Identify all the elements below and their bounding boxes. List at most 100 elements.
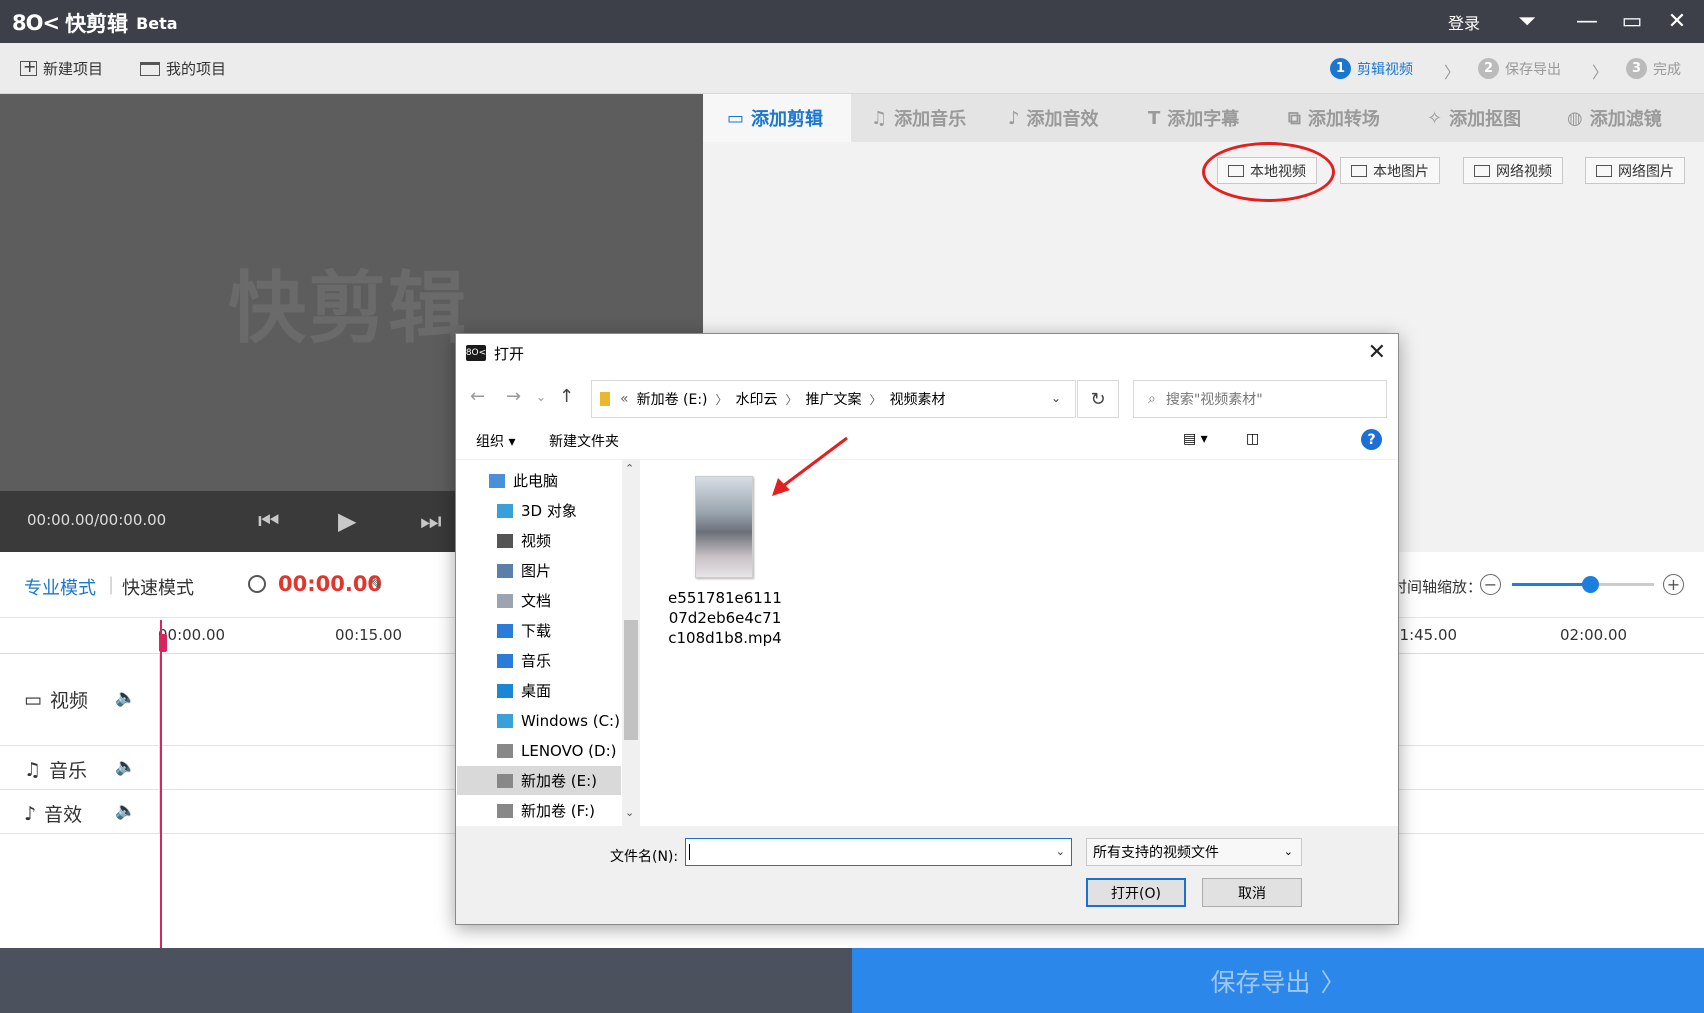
tree-item[interactable]: 3D 对象: [457, 496, 621, 525]
chevron-down-icon[interactable]: ⌄: [1051, 391, 1061, 405]
filter-icon: ◍: [1567, 107, 1583, 129]
tree-item[interactable]: 音乐: [457, 646, 621, 675]
scroll-thumb[interactable]: [624, 620, 638, 740]
tab-add-sound-effect[interactable]: ♪ 添加音效: [1008, 94, 1099, 142]
tab-add-clip[interactable]: ▭ 添加剪辑: [703, 94, 851, 142]
new-project-label: 新建项目: [43, 60, 104, 78]
transition-icon: ⧉: [1288, 107, 1301, 129]
tab-label: 添加字幕: [1167, 109, 1240, 130]
search-input[interactable]: ⌕ 搜索"视频素材": [1133, 380, 1387, 418]
dialog-title-bar: 8O< 打开 ✕: [456, 334, 1398, 372]
command-bar: 组织 ▾ 新建文件夹 ▤ ▾ ◫ ?: [456, 420, 1398, 460]
breadcrumb-item[interactable]: 推广文案: [806, 389, 862, 409]
dropdown-menu-icon[interactable]: ⏷: [1510, 6, 1544, 36]
chevron-right-icon: 〉: [785, 392, 798, 407]
navigation-bar: ← → ⌄ ↑ « 新加卷 (E:) 〉 水印云 〉 推广文案 〉 视频素材 ⌄…: [456, 372, 1398, 420]
play-icon[interactable]: ▶: [338, 507, 356, 535]
breadcrumb-item[interactable]: 新加卷 (E:): [637, 389, 708, 409]
preview-pane-icon[interactable]: ◫: [1246, 431, 1259, 447]
documents-folder-icon: [497, 593, 513, 608]
tree-item[interactable]: 新加卷 (E:): [457, 766, 621, 795]
volume-icon[interactable]: 🔈: [115, 757, 136, 777]
new-project-button[interactable]: 新建项目: [20, 57, 104, 79]
chevron-right-icon: 〉: [1320, 967, 1346, 997]
refresh-icon[interactable]: ↻: [1077, 380, 1119, 418]
local-image-button[interactable]: 本地图片: [1340, 157, 1440, 184]
skip-forward-icon[interactable]: ⏭: [420, 507, 442, 535]
recent-locations-icon[interactable]: ⌄: [536, 390, 546, 404]
tick-label: 00:15.00: [335, 626, 403, 644]
web-image-button[interactable]: 网络图片: [1585, 157, 1685, 184]
breadcrumb-item[interactable]: 水印云: [736, 389, 778, 409]
view-options-icon[interactable]: ▤ ▾: [1183, 431, 1208, 447]
tree-item-label: 桌面: [521, 682, 552, 700]
web-video-button[interactable]: 网络视频: [1463, 157, 1563, 184]
tab-add-filter[interactable]: ◍ 添加滤镜: [1567, 94, 1662, 142]
new-project-icon: [20, 57, 37, 76]
new-folder-button[interactable]: 新建文件夹: [549, 431, 619, 451]
open-button[interactable]: 打开(O): [1086, 878, 1186, 907]
forward-arrow-icon[interactable]: →: [506, 386, 521, 407]
tree-item-label: 此电脑: [513, 472, 559, 490]
tab-add-cutout[interactable]: ✧ 添加抠图: [1427, 94, 1521, 142]
scroll-up-icon[interactable]: ⌃: [625, 462, 634, 475]
tab-add-subtitle[interactable]: T 添加字幕: [1148, 94, 1239, 142]
file-name-line: e551781e6111: [668, 589, 782, 607]
volume-icon[interactable]: 🔈: [115, 801, 136, 821]
file-type-select[interactable]: 所有支持的视频文件 ⌄: [1086, 838, 1302, 866]
tree-scrollbar[interactable]: ⌃ ⌄: [622, 460, 640, 826]
close-icon[interactable]: ✕: [1660, 6, 1694, 36]
tree-item[interactable]: 此电脑: [457, 466, 621, 495]
maximize-icon[interactable]: ▭: [1615, 6, 1649, 36]
my-projects-button[interactable]: 我的项目: [140, 58, 226, 79]
file-name: e551781e6111 07d2eb6e4c71 c108d1b8.mp4: [655, 588, 795, 648]
help-icon[interactable]: ?: [1361, 429, 1382, 450]
scroll-down-icon[interactable]: ⌄: [625, 806, 634, 819]
address-bar[interactable]: « 新加卷 (E:) 〉 水印云 〉 推广文案 〉 视频素材 ⌄: [591, 380, 1076, 418]
dialog-footer: 文件名(N): ⌄ 所有支持的视频文件 ⌄ 打开(O) 取消: [456, 826, 1398, 924]
tick-label: 00:00.00: [158, 626, 226, 644]
tree-item[interactable]: 下载: [457, 616, 621, 645]
track-header: ▭ 视频 🔈: [0, 654, 160, 745]
tree-item-label: Windows (C:): [521, 711, 620, 730]
minimize-icon[interactable]: —: [1570, 6, 1604, 36]
dialog-close-icon[interactable]: ✕: [1368, 340, 1386, 365]
skip-back-icon[interactable]: ⏮: [258, 507, 280, 535]
tree-item[interactable]: Windows (C:): [457, 706, 621, 735]
up-arrow-icon[interactable]: ↑: [559, 386, 574, 407]
drive-icon: [497, 803, 513, 818]
volume-icon[interactable]: 🔈: [115, 688, 136, 708]
chevron-right-icon: 〉: [1592, 63, 1609, 82]
tree-item[interactable]: LENOVO (D:): [457, 736, 621, 765]
tree-item-label: 图片: [521, 562, 552, 580]
edit-time-icon[interactable]: ✎: [370, 575, 383, 593]
3d-objects-icon: [497, 503, 513, 518]
zoom-in-icon[interactable]: +: [1663, 574, 1684, 595]
filename-input[interactable]: ⌄: [685, 838, 1072, 866]
tree-item[interactable]: 新加卷 (F:): [457, 796, 621, 825]
search-icon: ⌕: [1148, 391, 1156, 407]
back-arrow-icon[interactable]: ←: [470, 386, 485, 407]
step-2-number: 2: [1478, 58, 1499, 79]
playhead[interactable]: [160, 620, 162, 948]
tab-label: 添加音效: [1026, 109, 1099, 130]
organize-menu[interactable]: 组织 ▾: [476, 431, 515, 451]
tab-add-music[interactable]: ♫ 添加音乐: [871, 94, 966, 142]
playhead-handle[interactable]: [159, 634, 167, 652]
tab-add-transition[interactable]: ⧉ 添加转场: [1288, 94, 1380, 142]
zoom-slider-handle[interactable]: [1582, 576, 1600, 593]
tab-quick-mode[interactable]: 快速模式: [122, 574, 194, 600]
breadcrumb-item[interactable]: 视频素材: [890, 389, 946, 409]
zoom-out-icon[interactable]: −: [1480, 574, 1501, 595]
tree-item[interactable]: 图片: [457, 556, 621, 585]
export-button[interactable]: 保存导出 〉: [852, 948, 1704, 1013]
login-link[interactable]: 登录: [1448, 10, 1480, 34]
tree-item[interactable]: 文档: [457, 586, 621, 615]
cancel-button[interactable]: 取消: [1202, 878, 1302, 907]
chevron-down-icon[interactable]: ⌄: [1056, 845, 1065, 858]
tree-item[interactable]: 桌面: [457, 676, 621, 705]
preview-watermark: 快剪辑: [228, 264, 469, 354]
tree-item[interactable]: 视频: [457, 526, 621, 555]
tab-pro-mode[interactable]: 专业模式: [24, 574, 96, 600]
zoom-label: 时间轴缩放：: [1392, 578, 1483, 596]
